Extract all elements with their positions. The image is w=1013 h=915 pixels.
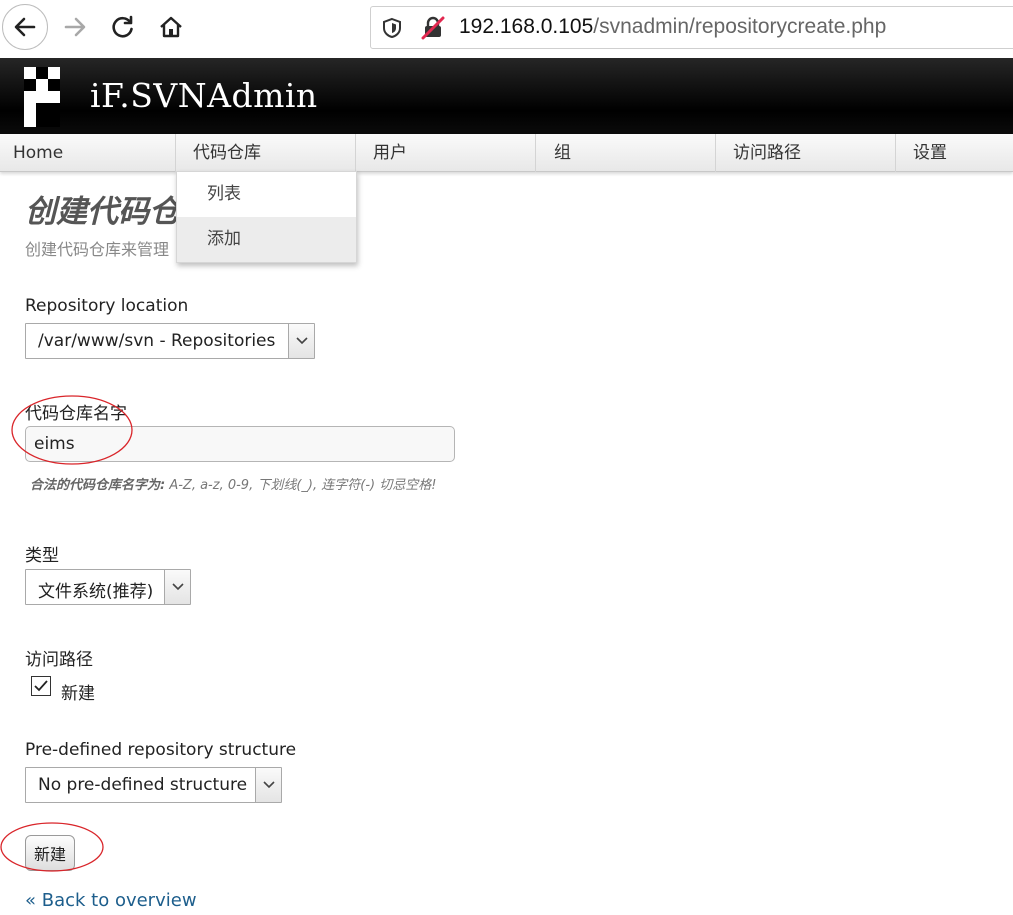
location-select-value: /var/www/svn - Repositories bbox=[38, 331, 276, 351]
main-menu: Home 代码仓库 用户 组 访问路径 设置 bbox=[0, 134, 1013, 172]
menu-item-repositories[interactable]: 代码仓库 bbox=[180, 134, 356, 172]
type-select-value: 文件系统(推荐) bbox=[38, 582, 154, 602]
forward-arrow-icon bbox=[64, 17, 86, 37]
chevron-down-icon bbox=[262, 781, 275, 789]
access-label: 访问路径 bbox=[25, 650, 93, 670]
app-header: iF.SVNAdmin bbox=[0, 58, 1013, 134]
back-arrow-icon bbox=[14, 17, 36, 37]
back-to-overview-link[interactable]: « Back to overview bbox=[25, 890, 197, 911]
create-button[interactable]: 新建 bbox=[25, 835, 75, 871]
structure-label: Pre-defined repository structure bbox=[25, 740, 297, 760]
type-select-arrow[interactable] bbox=[164, 570, 190, 604]
name-label: 代码仓库名字 bbox=[25, 404, 127, 424]
chevron-down-icon bbox=[295, 337, 308, 345]
shield-icon[interactable] bbox=[381, 17, 403, 39]
name-input[interactable] bbox=[25, 426, 455, 462]
url-path: /svnadmin/repositorycreate.php bbox=[593, 15, 887, 38]
browser-toolbar: 192.168.0.105/svnadmin/repositorycreate.… bbox=[0, 0, 1013, 58]
home-button[interactable] bbox=[148, 4, 194, 50]
type-select[interactable]: 文件系统(推荐) bbox=[25, 569, 191, 605]
repositories-dropdown: 列表 添加 bbox=[176, 171, 357, 263]
url-host: 192.168.0.105 bbox=[459, 15, 594, 38]
forward-button[interactable] bbox=[52, 4, 98, 50]
structure-select[interactable]: No pre-defined structure bbox=[25, 767, 282, 803]
dropdown-item-add[interactable]: 添加 bbox=[177, 217, 356, 262]
location-label: Repository location bbox=[25, 296, 189, 316]
name-hint-strong: 合法的代码仓库名字为: bbox=[30, 478, 166, 493]
address-bar[interactable]: 192.168.0.105/svnadmin/repositorycreate.… bbox=[370, 6, 1013, 49]
access-checkbox-label[interactable]: 新建 bbox=[61, 679, 95, 704]
back-button[interactable] bbox=[2, 4, 48, 50]
type-label: 类型 bbox=[25, 546, 59, 566]
reload-button[interactable] bbox=[100, 4, 146, 50]
menu-item-groups[interactable]: 组 bbox=[540, 134, 716, 172]
home-icon bbox=[160, 16, 182, 38]
access-checkbox[interactable] bbox=[31, 676, 51, 696]
name-hint-text: A-Z, a-z, 0-9, 下划线(_), 连字符(-) 切忌空格! bbox=[165, 478, 437, 493]
logo-icon bbox=[24, 67, 60, 127]
location-select-arrow[interactable] bbox=[288, 324, 314, 358]
chevron-down-icon bbox=[171, 583, 184, 591]
insecure-lock-icon[interactable] bbox=[421, 16, 445, 40]
name-hint: 合法的代码仓库名字为: A-Z, a-z, 0-9, 下划线(_), 连字符(-… bbox=[30, 474, 436, 493]
menu-item-home[interactable]: Home bbox=[0, 134, 176, 172]
menu-item-users[interactable]: 用户 bbox=[360, 134, 536, 172]
structure-select-value: No pre-defined structure bbox=[38, 775, 248, 795]
reload-icon bbox=[112, 15, 133, 38]
app-title: iF.SVNAdmin bbox=[90, 76, 318, 115]
url-text[interactable]: 192.168.0.105/svnadmin/repositorycreate.… bbox=[459, 15, 886, 39]
location-select[interactable]: /var/www/svn - Repositories bbox=[25, 323, 315, 359]
checkmark-icon bbox=[34, 680, 48, 692]
page-subtitle: 创建代码仓库来管理 bbox=[25, 240, 170, 259]
menu-item-access-paths[interactable]: 访问路径 bbox=[720, 134, 896, 172]
menu-item-settings[interactable]: 设置 bbox=[900, 134, 1013, 172]
dropdown-item-list[interactable]: 列表 bbox=[177, 172, 356, 217]
structure-select-arrow[interactable] bbox=[255, 768, 281, 802]
